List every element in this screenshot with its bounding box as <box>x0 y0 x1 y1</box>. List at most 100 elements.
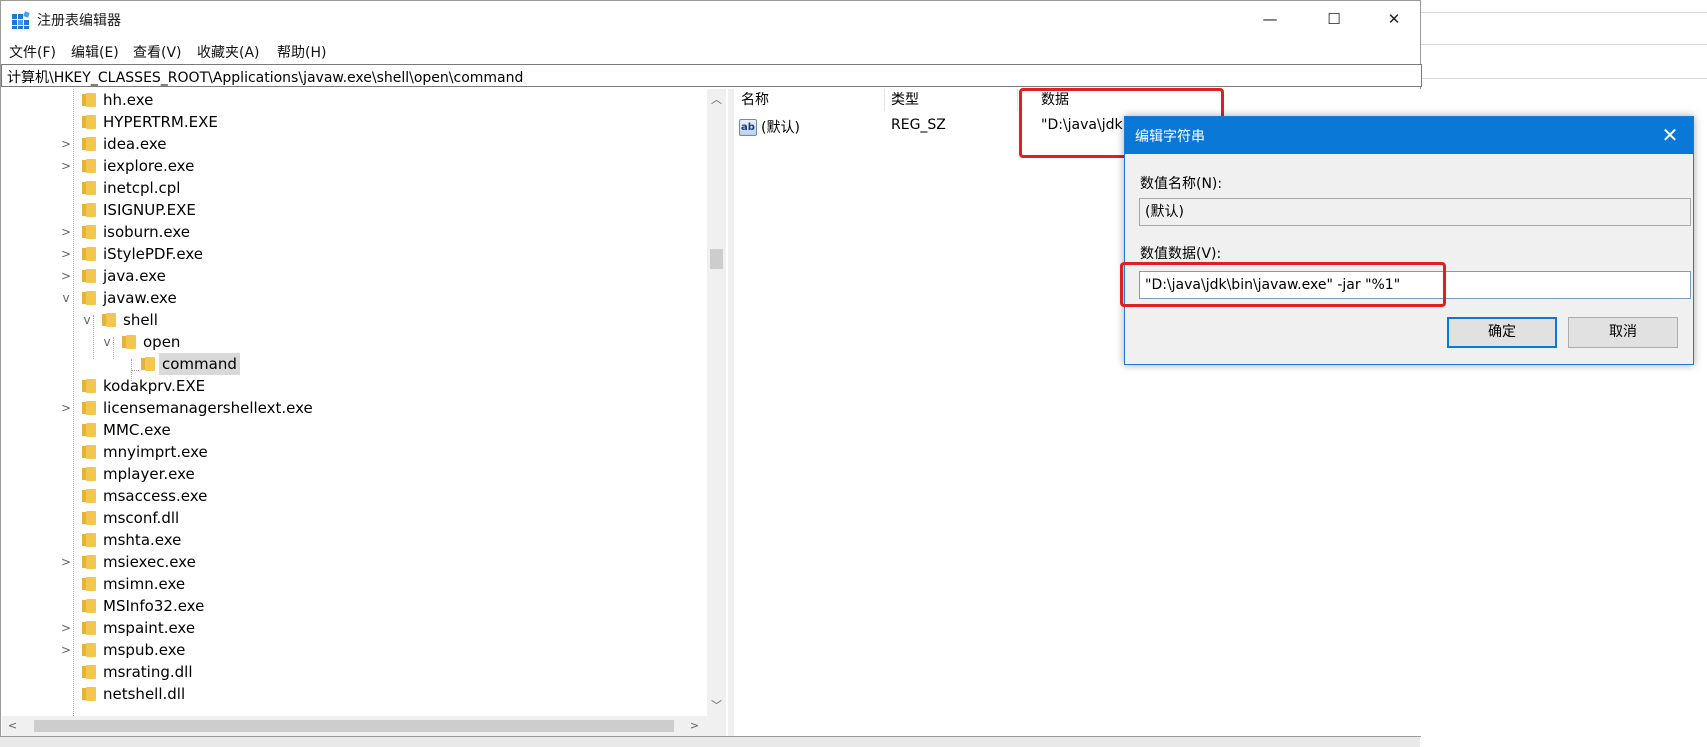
column-separator[interactable] <box>1017 89 1018 111</box>
folder-icon <box>82 577 96 591</box>
expander-icon[interactable]: > <box>60 155 72 177</box>
background-line <box>1420 44 1707 45</box>
tree-item-label[interactable]: mnyimprt.exe <box>100 441 211 463</box>
value-name-field[interactable]: (默认) <box>1139 198 1691 226</box>
edit-string-dialog: 编辑字符串 ✕ 数值名称(N): (默认) 数值数据(V): "D:\java\… <box>1124 116 1694 365</box>
folder-icon <box>82 93 96 107</box>
scroll-left-icon[interactable]: < <box>4 716 21 736</box>
folder-icon <box>82 445 96 459</box>
tree-item-label[interactable]: msconf.dll <box>100 507 182 529</box>
background-window <box>1420 0 1707 747</box>
cancel-button[interactable]: 取消 <box>1568 317 1678 348</box>
maximize-button[interactable]: ☐ <box>1311 1 1357 37</box>
dialog-title-bar[interactable]: 编辑字符串 ✕ <box>1125 117 1693 154</box>
address-path[interactable]: 计算机\HKEY_CLASSES_ROOT\Applications\javaw… <box>7 67 523 87</box>
column-header-name[interactable]: 名称 <box>741 89 769 111</box>
tree-item-label[interactable]: inetcpl.cpl <box>100 177 183 199</box>
tree-item-label[interactable]: iexplore.exe <box>100 155 197 177</box>
background-line <box>1420 78 1707 79</box>
tree-item-label[interactable]: mshta.exe <box>100 529 184 551</box>
tree-item-label[interactable]: command <box>159 353 240 375</box>
tree-item-label[interactable]: msimn.exe <box>100 573 188 595</box>
menu-help[interactable]: 帮助(H) <box>277 42 326 62</box>
folder-icon <box>141 357 155 371</box>
tree-item-label[interactable]: idea.exe <box>100 133 170 155</box>
folder-icon <box>82 379 96 393</box>
tree-guide-line <box>93 315 94 359</box>
folder-icon <box>82 159 96 173</box>
highlight-box-value-data <box>1120 262 1446 307</box>
folder-icon <box>102 313 116 327</box>
expander-icon[interactable]: > <box>60 221 72 243</box>
value-name[interactable]: (默认) <box>761 117 800 137</box>
expander-icon[interactable]: v <box>60 287 72 309</box>
title-bar[interactable]: 注册表编辑器 — ☐ ✕ <box>1 1 1420 37</box>
tree-item-label[interactable]: java.exe <box>100 265 169 287</box>
tree-item-label[interactable]: msaccess.exe <box>100 485 210 507</box>
close-button[interactable]: ✕ <box>1371 1 1417 37</box>
menu-edit[interactable]: 编辑(E) <box>71 42 119 62</box>
expander-icon[interactable]: > <box>60 551 72 573</box>
value-type: REG_SZ <box>891 117 946 133</box>
tree-guide-line <box>131 370 139 371</box>
folder-icon <box>82 203 96 217</box>
value-data-label: 数值数据(V): <box>1140 246 1222 262</box>
window-title: 注册表编辑器 <box>37 13 121 29</box>
tree-item-label[interactable]: mplayer.exe <box>100 463 198 485</box>
tree-item-label[interactable]: mspub.exe <box>100 639 188 661</box>
menu-view[interactable]: 查看(V) <box>133 42 182 62</box>
menu-file[interactable]: 文件(F) <box>9 42 56 62</box>
expander-icon[interactable]: v <box>81 309 93 331</box>
tree-item-label[interactable]: shell <box>120 309 161 331</box>
folder-icon <box>82 599 96 613</box>
tree-item-label[interactable]: kodakprv.EXE <box>100 375 208 397</box>
tree-guide-line <box>73 89 74 736</box>
folder-icon <box>82 401 96 415</box>
tree-guide-line <box>113 337 114 359</box>
tree-item-label[interactable]: open <box>140 331 183 353</box>
folder-icon <box>82 247 96 261</box>
scroll-right-icon[interactable]: > <box>686 716 703 736</box>
string-value-icon: ab <box>739 119 757 136</box>
expander-icon[interactable]: > <box>60 639 72 661</box>
tree-item-label[interactable]: msrating.dll <box>100 661 196 683</box>
tree-item-label[interactable]: MMC.exe <box>100 419 174 441</box>
ok-button[interactable]: 确定 <box>1447 317 1557 348</box>
folder-icon <box>122 335 136 349</box>
dialog-close-button[interactable]: ✕ <box>1647 117 1693 154</box>
folder-icon <box>82 225 96 239</box>
tree-item-label[interactable]: hh.exe <box>100 89 156 111</box>
column-separator[interactable] <box>884 89 885 111</box>
expander-icon[interactable]: v <box>101 331 113 353</box>
minimize-button[interactable]: — <box>1247 1 1293 37</box>
expander-icon[interactable]: > <box>60 397 72 419</box>
expander-icon[interactable]: > <box>60 617 72 639</box>
menu-favorites[interactable]: 收藏夹(A) <box>197 42 260 62</box>
scroll-thumb[interactable] <box>710 249 723 269</box>
tree-item-label[interactable]: iStylePDF.exe <box>100 243 206 265</box>
folder-icon <box>82 181 96 195</box>
address-bar[interactable]: 计算机\HKEY_CLASSES_ROOT\Applications\javaw… <box>1 64 1422 87</box>
scroll-up-icon[interactable]: ︿ <box>707 91 726 108</box>
tree-item-label[interactable]: msiexec.exe <box>100 551 199 573</box>
tree-item-label[interactable]: javaw.exe <box>100 287 180 309</box>
folder-icon <box>82 643 96 657</box>
folder-icon <box>82 269 96 283</box>
tree-horizontal-scrollbar[interactable]: < > <box>2 716 707 736</box>
scroll-thumb[interactable] <box>34 720 674 732</box>
tree-item-label[interactable]: isoburn.exe <box>100 221 193 243</box>
scroll-down-icon[interactable]: ﹀ <box>707 697 726 714</box>
registry-editor-app-icon <box>12 11 30 29</box>
tree-item-label[interactable]: MSInfo32.exe <box>100 595 207 617</box>
column-header-type[interactable]: 类型 <box>891 89 919 111</box>
expander-icon[interactable]: > <box>60 243 72 265</box>
expander-icon[interactable]: > <box>60 133 72 155</box>
folder-icon <box>82 533 96 547</box>
tree-item-label[interactable]: licensemanagershellext.exe <box>100 397 316 419</box>
tree-item-label[interactable]: ISIGNUP.EXE <box>100 199 199 221</box>
tree-item-label[interactable]: HYPERTRM.EXE <box>100 111 221 133</box>
tree-vertical-scrollbar[interactable]: ︿ ﹀ <box>707 89 726 716</box>
tree-item-label[interactable]: netshell.dll <box>100 683 188 705</box>
tree-item-label[interactable]: mspaint.exe <box>100 617 198 639</box>
expander-icon[interactable]: > <box>60 265 72 287</box>
